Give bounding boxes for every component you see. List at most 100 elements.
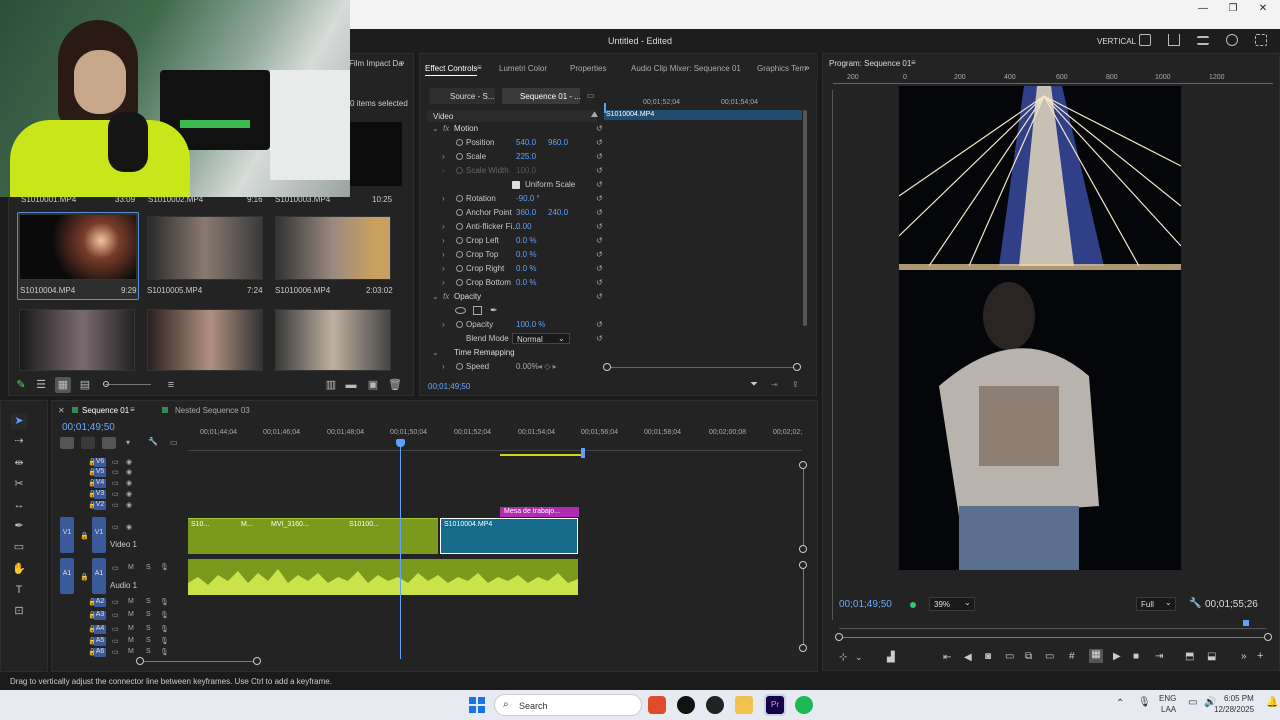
- audio-vscroll-handle[interactable]: [799, 644, 807, 652]
- multicam-icon[interactable]: ⧉: [1025, 651, 1032, 662]
- track-select-icon[interactable]: ⇢: [11, 433, 27, 449]
- program-playhead[interactable]: [1243, 620, 1249, 626]
- param-row[interactable]: › Crop Top 0.0 % ↺: [420, 248, 800, 262]
- param-row[interactable]: › Anti-flicker Fi... 0.00 ↺: [420, 220, 800, 234]
- safe-margin-icon[interactable]: ▭: [1005, 651, 1014, 662]
- param-row[interactable]: Blend Mode Normal ⌄ ↺: [420, 332, 800, 346]
- tray-mic-icon[interactable]: 🎙: [1138, 697, 1151, 708]
- track-a3[interactable]: A3: [94, 611, 106, 620]
- eye-icon[interactable]: ◉: [126, 490, 132, 498]
- program-video-frame[interactable]: [899, 86, 1181, 570]
- collapse-icon[interactable]: ⌄: [432, 124, 439, 133]
- chevron-down-icon[interactable]: ⌄: [855, 652, 863, 663]
- mute-button[interactable]: M: [128, 611, 134, 618]
- rectangle-tool-icon[interactable]: ▭: [11, 539, 27, 555]
- work-area-bar[interactable]: [500, 454, 582, 456]
- zoom-handle-right[interactable]: [1264, 633, 1272, 641]
- param-value[interactable]: 540.0: [516, 138, 536, 147]
- pencil-icon[interactable]: ✎: [13, 377, 29, 393]
- expand-icon[interactable]: ›: [442, 362, 445, 371]
- stop-icon[interactable]: ■: [1133, 651, 1139, 662]
- eye-icon[interactable]: ◉: [126, 523, 132, 531]
- track-v3[interactable]: V3: [94, 490, 106, 499]
- folder-icon[interactable]: [735, 696, 753, 714]
- solo-button[interactable]: S: [146, 564, 151, 571]
- source-tab[interactable]: Source - S...: [429, 88, 495, 104]
- zoom-scrollbar[interactable]: [606, 367, 798, 368]
- scrollbar-handle-left[interactable]: [603, 363, 611, 371]
- param-row[interactable]: › Crop Left 0.0 % ↺: [420, 234, 800, 248]
- sort-icon[interactable]: ≡: [163, 377, 179, 393]
- thumbnail-row2-b[interactable]: [147, 309, 263, 371]
- reset-icon[interactable]: ↺: [596, 166, 603, 175]
- marker-icon[interactable]: ▾: [126, 438, 130, 447]
- stopwatch-icon[interactable]: [456, 167, 463, 174]
- video-clip[interactable]: MVI_3160...: [268, 518, 346, 554]
- timeline-timecode[interactable]: 00;01;49;50: [62, 422, 115, 433]
- new-item-icon[interactable]: ▣: [365, 377, 381, 393]
- camera-icon[interactable]: ◙: [985, 651, 991, 662]
- panel-icon[interactable]: [1139, 34, 1151, 46]
- reset-icon[interactable]: ↺: [596, 152, 603, 161]
- stopwatch-icon[interactable]: [456, 153, 463, 160]
- hscroll-left-handle[interactable]: [136, 657, 144, 665]
- lock-icon[interactable]: 🔒: [80, 573, 89, 581]
- stopwatch-icon[interactable]: [456, 363, 463, 370]
- param-value[interactable]: 0.0 %: [516, 264, 536, 273]
- reset-icon[interactable]: ↺: [596, 208, 603, 217]
- step-back-icon[interactable]: ◀: [964, 652, 972, 663]
- eye-icon[interactable]: ◉: [126, 501, 132, 509]
- eye-icon[interactable]: ◉: [126, 468, 132, 476]
- quality-select[interactable]: Full ⌄: [1136, 597, 1176, 611]
- reset-icon[interactable]: ↺: [596, 320, 603, 329]
- audio-vscroll-handle[interactable]: [799, 561, 807, 569]
- audio-vscroll[interactable]: [803, 565, 804, 649]
- thumbnail-s1010006[interactable]: [275, 216, 391, 280]
- reset-icon[interactable]: ↺: [596, 124, 603, 133]
- reset-icon[interactable]: ↺: [596, 334, 603, 343]
- program-menu-icon[interactable]: ≡: [911, 58, 916, 67]
- language-label[interactable]: ENG: [1159, 694, 1176, 703]
- mark-out-icon[interactable]: ⇥: [1155, 651, 1163, 662]
- tab-audio-clip-mixer[interactable]: Audio Clip Mixer: Sequence 01: [631, 64, 741, 73]
- blend-mode-select[interactable]: Normal ⌄: [512, 333, 570, 344]
- start-icon[interactable]: [469, 697, 485, 713]
- hscroll-right-handle[interactable]: [253, 657, 261, 665]
- stopwatch-icon[interactable]: [456, 265, 463, 272]
- sync-icon[interactable]: ▭: [112, 637, 119, 645]
- lift-icon[interactable]: ▟: [887, 652, 895, 663]
- thumb-partial[interactable]: [342, 122, 402, 186]
- selection-tool-icon[interactable]: ➤: [11, 413, 27, 429]
- zoom-select[interactable]: 39% ⌄: [929, 597, 975, 611]
- solo-button[interactable]: S: [146, 648, 151, 655]
- clip-bar[interactable]: S1010004.MP4: [604, 110, 802, 120]
- source-a1[interactable]: A1: [60, 558, 74, 594]
- rectangle-mask-icon[interactable]: [473, 306, 482, 315]
- pen-mask-icon[interactable]: ✒: [490, 305, 498, 316]
- video-clip[interactable]: S10...: [188, 518, 238, 554]
- stopwatch-icon[interactable]: [456, 279, 463, 286]
- more-icon[interactable]: »: [1241, 651, 1247, 662]
- type-tool-icon[interactable]: T: [11, 582, 27, 598]
- param-value[interactable]: 960.0: [548, 138, 568, 147]
- ec-playhead[interactable]: [604, 103, 606, 113]
- param-value[interactable]: 0.0 %: [516, 278, 536, 287]
- param-row[interactable]: Anchor Point 360.0 240.0 ↺: [420, 206, 800, 220]
- freeform-view-icon[interactable]: ▤: [77, 377, 93, 393]
- app-icon[interactable]: [706, 696, 724, 714]
- thumbnail-s1010004[interactable]: [19, 214, 137, 280]
- ellipse-mask-icon[interactable]: [455, 307, 466, 314]
- track-v6[interactable]: V6: [94, 458, 106, 467]
- video-vscroll[interactable]: [803, 463, 804, 549]
- brave-icon[interactable]: [648, 696, 666, 714]
- wrench-icon[interactable]: 🔧: [1189, 598, 1201, 609]
- reset-icon[interactable]: ↺: [596, 264, 603, 273]
- menu-icon[interactable]: [1197, 36, 1209, 45]
- param-row[interactable]: Position 540.0 960.0 ↺: [420, 136, 800, 150]
- chatgpt-icon[interactable]: [677, 696, 695, 714]
- sync-icon[interactable]: ▭: [112, 501, 119, 509]
- program-zoom-bar[interactable]: [839, 637, 1267, 638]
- solo-button[interactable]: S: [146, 598, 151, 605]
- stopwatch-icon[interactable]: [456, 209, 463, 216]
- mute-button[interactable]: M: [128, 625, 134, 632]
